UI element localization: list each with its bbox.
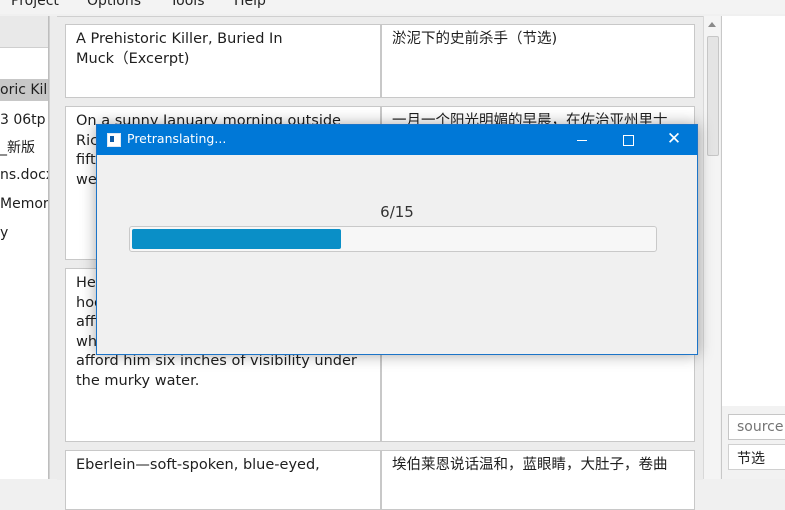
dialog-titlebar[interactable]: Pretranslating... ✕ <box>97 125 697 155</box>
minimize-icon <box>577 140 587 141</box>
right-panel: 节选 <box>721 16 785 479</box>
glossary-search-input[interactable] <box>728 414 785 440</box>
file-item[interactable]: y <box>0 222 48 244</box>
maximize-button[interactable] <box>605 125 651 155</box>
maximize-icon <box>623 135 634 146</box>
menu-help[interactable]: Help <box>234 0 266 9</box>
menu-tools[interactable]: Tools <box>170 0 205 9</box>
target-cell[interactable]: 淤泥下的史前杀手（节选) <box>381 24 695 98</box>
file-list-header <box>0 16 48 48</box>
segment-row: Eberlein—soft-spoken, blue-eyed, 埃伯莱恩说话温… <box>65 450 695 510</box>
segment-row: A Prehistoric Killer, Buried In Muck（Exc… <box>65 24 695 98</box>
menu-bar: Project Options Tools Help <box>0 0 785 14</box>
file-item[interactable]: ns.docx <box>0 164 48 186</box>
close-button[interactable]: ✕ <box>651 125 697 155</box>
dialog-title: Pretranslating... <box>127 131 227 146</box>
file-list-panel: oric Kille 3 06tp _新版 ns.docx Memor y <box>0 16 49 479</box>
file-item[interactable]: _新版 <box>0 137 48 159</box>
target-text: 淤泥下的史前杀手（节选) <box>392 31 558 47</box>
source-cell[interactable]: A Prehistoric Killer, Buried In Muck（Exc… <box>65 24 381 98</box>
progress-count: 6/15 <box>380 203 414 221</box>
source-cell[interactable]: Eberlein—soft-spoken, blue-eyed, <box>65 450 381 510</box>
scrollbar-thumb[interactable] <box>707 36 719 156</box>
file-item[interactable]: oric Kille <box>0 79 48 101</box>
app-icon <box>107 133 121 147</box>
source-text: Eberlein—soft-spoken, blue-eyed, <box>76 457 320 473</box>
scroll-up-icon[interactable] <box>708 22 716 27</box>
progress-bar <box>129 226 657 252</box>
minimize-button[interactable] <box>559 125 605 155</box>
menu-options[interactable]: Options <box>87 0 141 9</box>
editor-scrollbar[interactable] <box>703 16 720 479</box>
menu-project[interactable]: Project <box>11 0 59 9</box>
target-text: 埃伯莱恩说话温和，蓝眼睛，大肚子，卷曲 <box>392 457 668 473</box>
file-item[interactable]: Memor <box>0 193 48 215</box>
pretranslating-dialog: Pretranslating... ✕ 6/15 <box>96 124 698 355</box>
progress-bar-fill <box>132 229 341 249</box>
target-cell[interactable]: 埃伯莱恩说话温和，蓝眼睛，大肚子，卷曲 <box>381 450 695 510</box>
source-text: A Prehistoric Killer, Buried In Muck（Exc… <box>76 31 283 67</box>
close-icon: ✕ <box>666 129 682 149</box>
glossary-term[interactable]: 节选 <box>728 444 785 470</box>
file-item[interactable]: 3 06tp <box>0 109 48 131</box>
